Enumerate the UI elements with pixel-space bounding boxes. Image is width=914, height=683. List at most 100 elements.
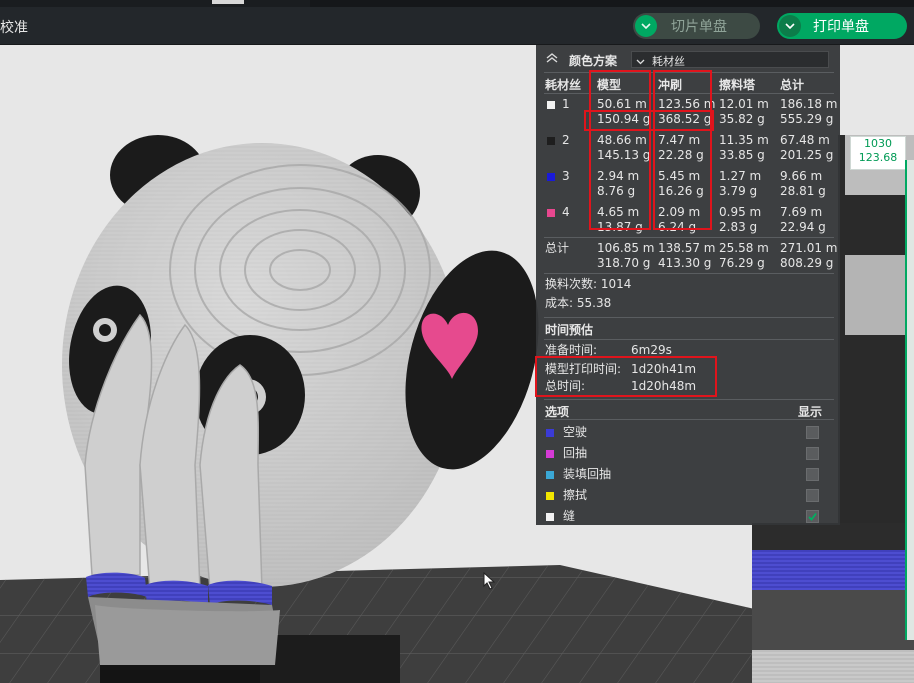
highlight-model-column <box>589 70 651 230</box>
filament-color-swatch <box>547 101 555 109</box>
option-color-swatch <box>546 513 554 521</box>
option-label: 装填回抽 <box>563 467 612 481</box>
page-title: 校准 <box>0 20 28 36</box>
highlight-print-time <box>535 356 717 397</box>
filament-value: 186.18 m <box>780 97 838 111</box>
highlight-flush-column <box>653 70 712 230</box>
filament-cell: 9.66 m 28.81 g <box>780 169 826 199</box>
filament-changes: 换料次数: 1014 <box>545 277 632 291</box>
sum-flush: 138.57 m 413.30 g <box>658 241 716 271</box>
filament-cell: 67.48 m 201.25 g <box>780 133 833 163</box>
top-layer-number: 1030 <box>864 137 892 150</box>
option-display-checkbox[interactable] <box>806 468 819 481</box>
filament-cell: 186.18 m 555.29 g <box>780 97 838 127</box>
filament-cell: 7.69 m 22.94 g <box>780 205 826 235</box>
option-color-swatch <box>546 450 554 458</box>
color-scheme-select[interactable]: 耗材丝 <box>631 51 829 68</box>
print-plate-label: 打印单盘 <box>813 19 869 35</box>
filament-value: 1.27 m <box>719 169 762 183</box>
filament-value: 22.94 g <box>780 220 826 234</box>
divider <box>544 399 834 400</box>
sum-flush-g: 413.30 g <box>658 256 712 270</box>
chevron-down-icon[interactable] <box>779 15 801 37</box>
filament-value: 555.29 g <box>780 112 834 126</box>
top-layer-height: 123.68 <box>858 151 898 164</box>
divider <box>544 419 834 420</box>
filament-value: 11.35 m <box>719 133 769 147</box>
chevron-down-icon <box>636 54 645 68</box>
sum-model: 106.85 m 318.70 g <box>597 241 655 271</box>
layer-slider-label[interactable]: 1030 123.68 <box>850 136 906 170</box>
filament-cell: 0.95 m 2.83 g <box>719 205 761 235</box>
filament-value: 35.82 g <box>719 112 765 126</box>
sum-total-g: 808.29 g <box>780 256 834 270</box>
cost: 成本: 55.38 <box>545 296 612 310</box>
col-total: 总计 <box>780 78 805 92</box>
color-scheme-label: 颜色方案 <box>569 54 618 68</box>
sum-tower-g: 76.29 g <box>719 256 765 270</box>
checkmark-icon <box>808 512 817 521</box>
slice-plate-label: 切片单盘 <box>671 19 727 35</box>
filament-color-swatch <box>547 137 555 145</box>
options-header: 选项 <box>545 405 570 419</box>
option-label: 回抽 <box>563 446 588 460</box>
filament-color-swatch <box>547 209 555 217</box>
filament-cell: 1.27 m 3.79 g <box>719 169 761 199</box>
option-display-checkbox[interactable] <box>806 489 819 502</box>
filament-value: 3.79 g <box>719 184 758 198</box>
time-estimate-header: 时间预估 <box>545 323 594 337</box>
sum-tower: 25.58 m 76.29 g <box>719 241 769 271</box>
option-display-checkbox[interactable] <box>806 510 819 523</box>
filament-value: 2.83 g <box>719 220 758 234</box>
window-tab[interactable] <box>212 0 244 4</box>
option-display-checkbox[interactable] <box>806 447 819 460</box>
title-strip-dark <box>310 0 914 7</box>
collapse-icon[interactable] <box>546 52 558 66</box>
color-scheme-value: 耗材丝 <box>652 55 685 68</box>
filament-cell: 12.01 m 35.82 g <box>719 97 769 127</box>
sum-flush-m: 138.57 m <box>658 241 716 255</box>
top-toolbar: 校准 切片单盘 打印单盘 <box>0 0 914 45</box>
option-color-swatch <box>546 492 554 500</box>
option-label: 擦拭 <box>563 488 588 502</box>
sum-tower-m: 25.58 m <box>719 241 769 255</box>
sum-total-m: 271.01 m <box>780 241 838 255</box>
col-filament: 耗材丝 <box>545 78 582 92</box>
col-tower: 擦料塔 <box>719 78 756 92</box>
filament-color-swatch <box>547 173 555 181</box>
filament-id: 2 <box>562 133 570 147</box>
filament-value: 67.48 m <box>780 133 830 147</box>
layer-slider-track[interactable] <box>905 160 914 640</box>
option-color-swatch <box>546 471 554 479</box>
filament-value: 12.01 m <box>719 97 769 111</box>
filament-value: 33.85 g <box>719 148 765 162</box>
slice-plate-button[interactable]: 切片单盘 <box>633 13 760 39</box>
print-plate-button[interactable]: 打印单盘 <box>777 13 907 39</box>
highlight-filament1-weight <box>584 110 714 131</box>
filament-value: 0.95 m <box>719 205 762 219</box>
title-strip <box>0 0 914 7</box>
divider <box>544 317 834 318</box>
filament-cell: 11.35 m 33.85 g <box>719 133 769 163</box>
sum-model-m: 106.85 m <box>597 241 655 255</box>
option-display-checkbox[interactable] <box>806 426 819 439</box>
display-header: 显示 <box>798 405 823 419</box>
divider <box>544 273 834 274</box>
option-label: 空驶 <box>563 425 588 439</box>
filament-id: 4 <box>562 205 570 219</box>
mouse-cursor <box>483 571 496 593</box>
sum-label: 总计 <box>545 241 570 255</box>
filament-value: 9.66 m <box>780 169 823 183</box>
filament-id: 3 <box>562 169 570 183</box>
divider <box>544 237 834 238</box>
option-label: 缝 <box>563 509 576 523</box>
chevron-down-icon[interactable] <box>635 15 657 37</box>
divider <box>544 339 834 340</box>
filament-value: 28.81 g <box>780 184 826 198</box>
option-color-swatch <box>546 429 554 437</box>
sum-total: 271.01 m 808.29 g <box>780 241 838 271</box>
sum-model-g: 318.70 g <box>597 256 651 270</box>
filament-value: 7.69 m <box>780 205 823 219</box>
filament-value: 201.25 g <box>780 148 834 162</box>
filament-id: 1 <box>562 97 570 111</box>
